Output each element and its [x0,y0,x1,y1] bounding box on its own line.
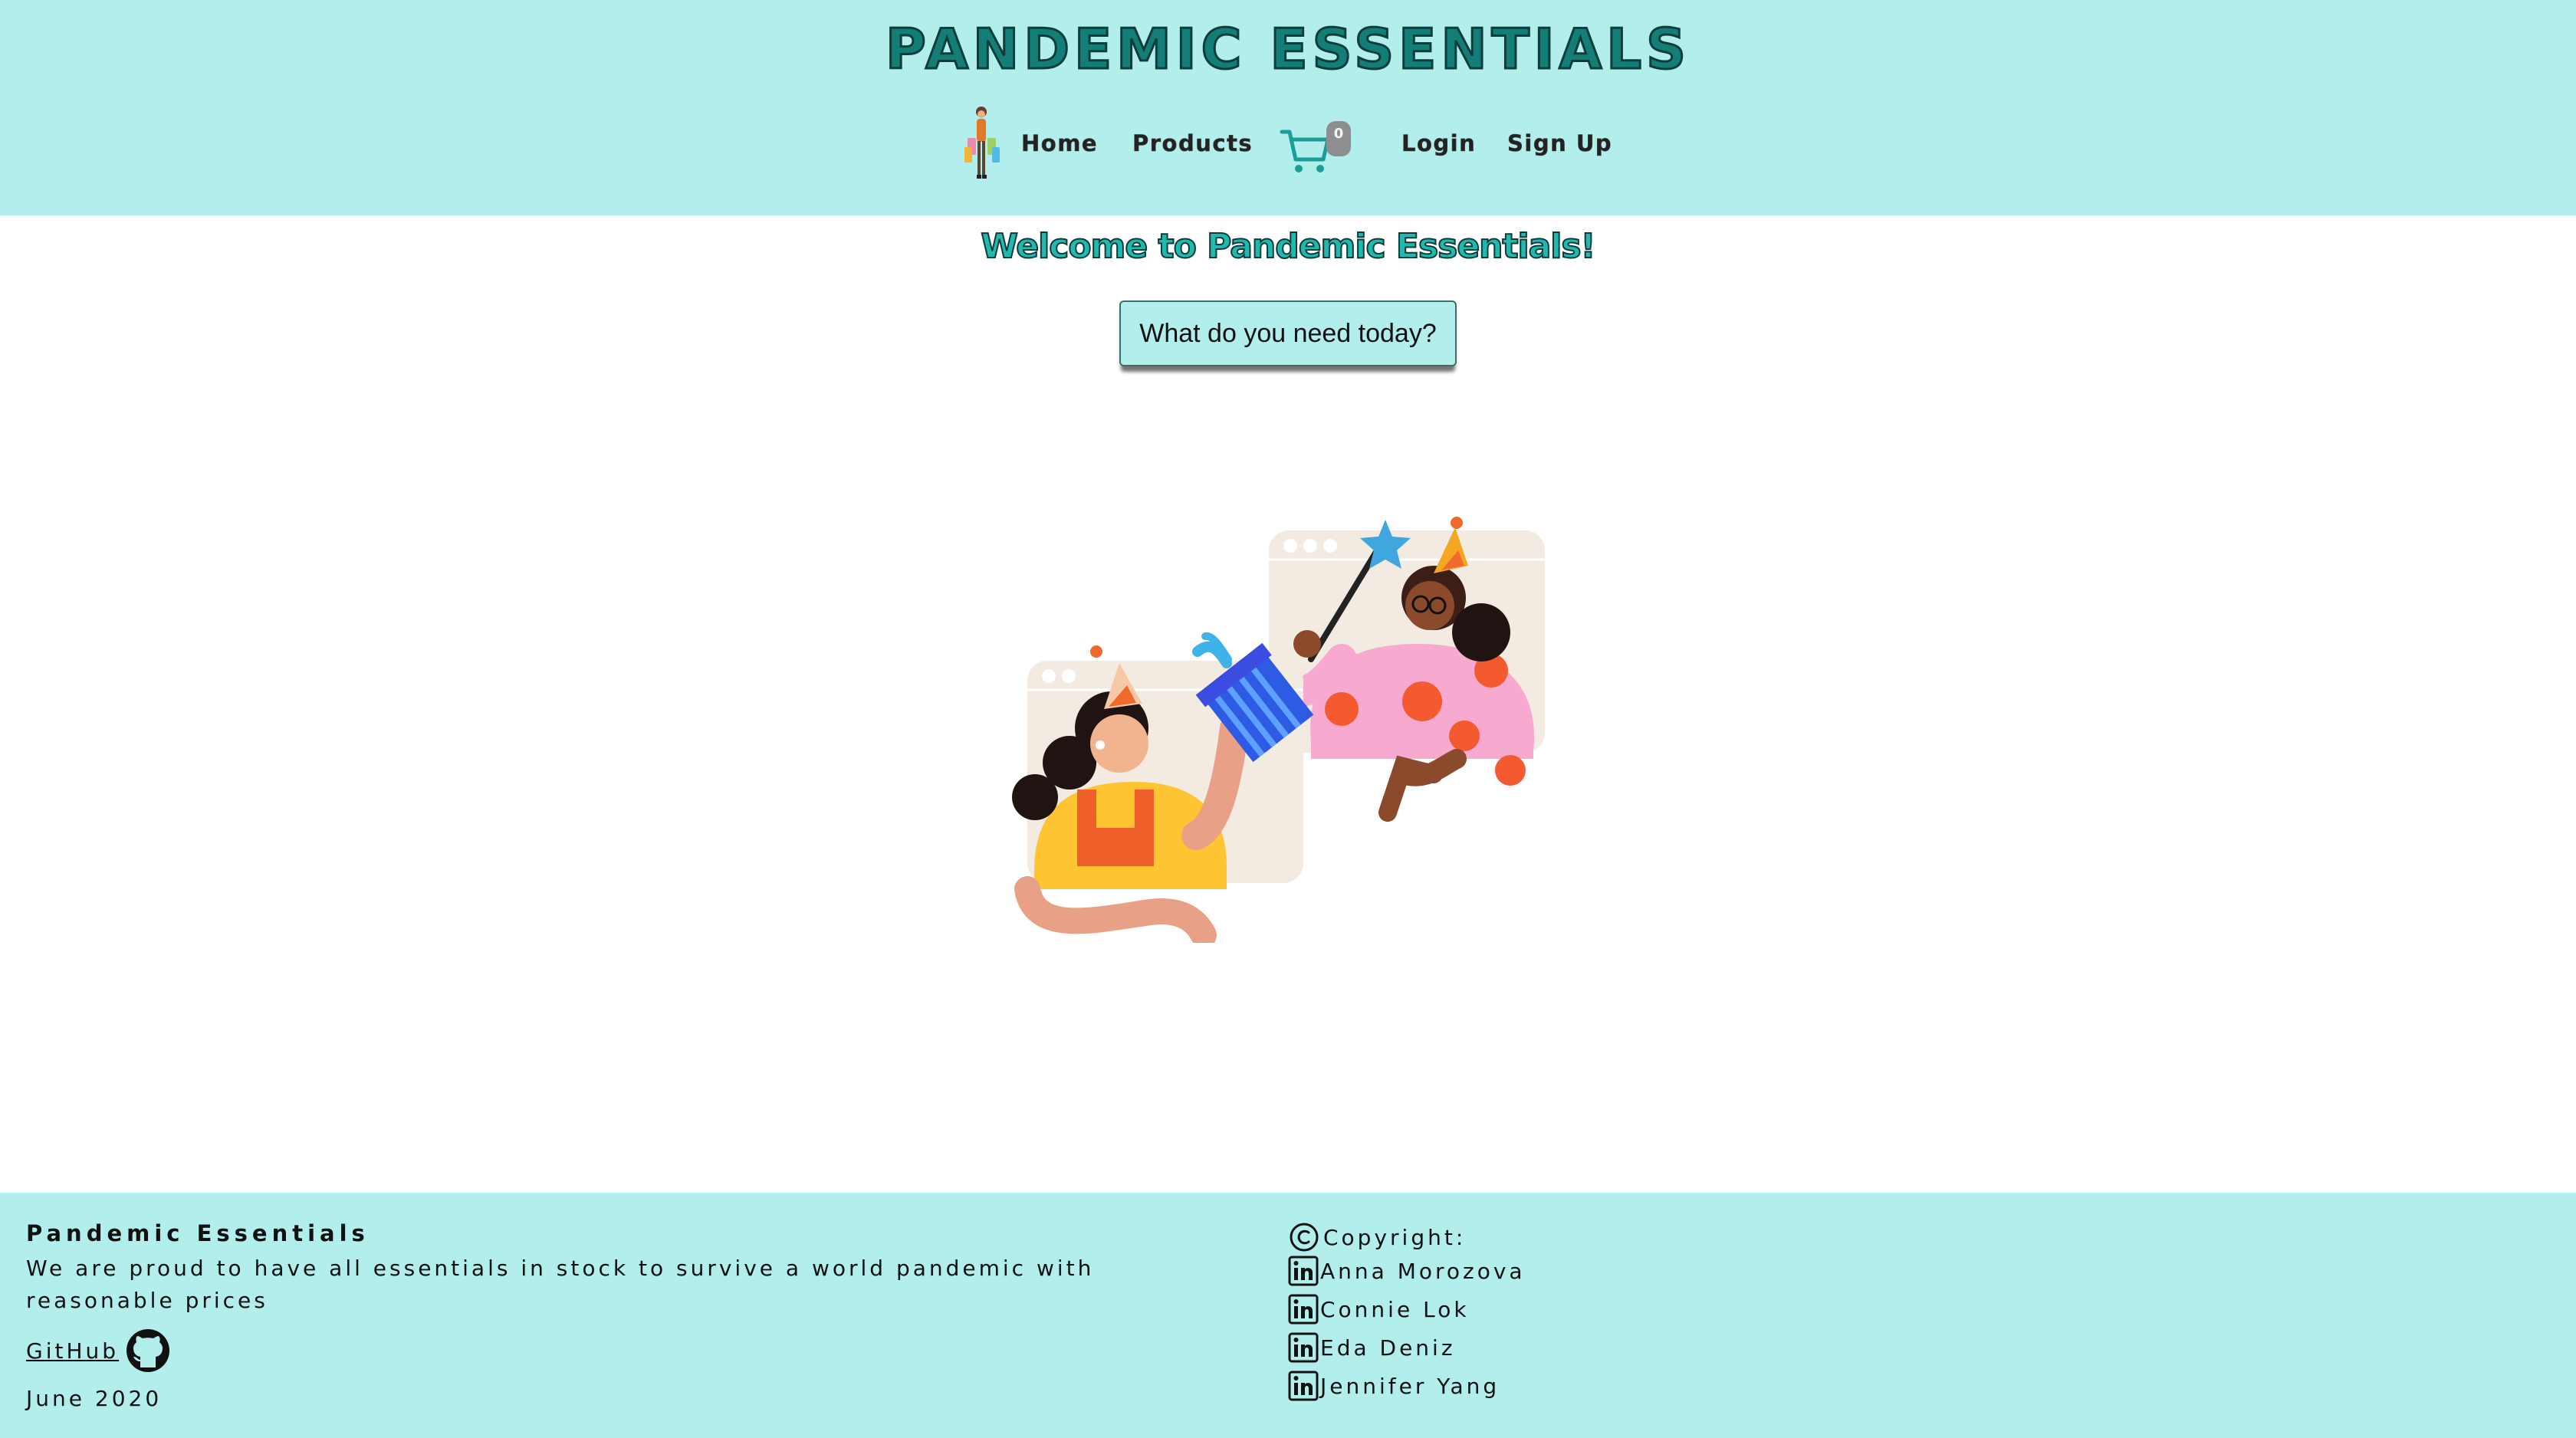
linkedin-icon [1288,1256,1319,1286]
main-nav: Home Products 0 Login Sign Up [0,100,2576,192]
github-link-label: GitHub [26,1338,120,1364]
linkedin-icon [1288,1332,1319,1363]
author-name: Anna Morozova [1320,1258,1526,1284]
nav-products[interactable]: Products [1132,130,1253,157]
author-row[interactable]: Eda Deniz [1288,1331,1456,1364]
nav-signup[interactable]: Sign Up [1507,130,1612,157]
author-name: Jennifer Yang [1320,1373,1500,1399]
copyright-label: Copyright: [1323,1224,1467,1250]
linkedin-icon [1288,1371,1319,1401]
site-footer: Pandemic Essentials We are proud to have… [0,1193,2576,1438]
author-name: Connie Lok [1320,1296,1470,1322]
linkedin-icon [1288,1294,1319,1325]
nav-cart[interactable]: 0 [1279,117,1371,178]
copyright-row: Copyright: [1288,1220,1466,1254]
what-do-you-need-button[interactable]: What do you need today? [1119,300,1457,366]
copyright-icon [1290,1223,1319,1252]
site-brand[interactable]: PANDEMIC ESSENTIALS [0,16,2576,83]
footer-title: Pandemic Essentials [26,1220,370,1246]
nav-login[interactable]: Login [1401,130,1476,157]
nav-home[interactable]: Home [1021,130,1098,157]
github-link[interactable]: GitHub [26,1328,171,1374]
footer-description: We are proud to have all essentials in s… [26,1256,1095,1313]
author-row[interactable]: Connie Lok [1288,1292,1470,1326]
nav-inner: Home Products 0 Login Sign Up [958,100,1618,192]
shopper-icon[interactable] [958,103,1004,189]
site-header: PANDEMIC ESSENTIALS Home Products 0 Logi… [0,0,2576,215]
celebration-illustration [1012,517,1545,943]
footer-date: June 2020 [26,1386,163,1411]
author-row[interactable]: Jennifer Yang [1288,1369,1500,1403]
author-row[interactable]: Anna Morozova [1288,1254,1526,1288]
footer-credits: Copyright: Anna Morozova Connie Lok Eda … [1288,1220,1901,1435]
github-icon [127,1329,170,1372]
welcome-heading: Welcome to Pandemic Essentials! [980,226,1596,267]
cart-count-badge: 0 [1326,121,1351,156]
author-name: Eda Deniz [1320,1335,1456,1361]
cart-icon [1280,130,1330,172]
